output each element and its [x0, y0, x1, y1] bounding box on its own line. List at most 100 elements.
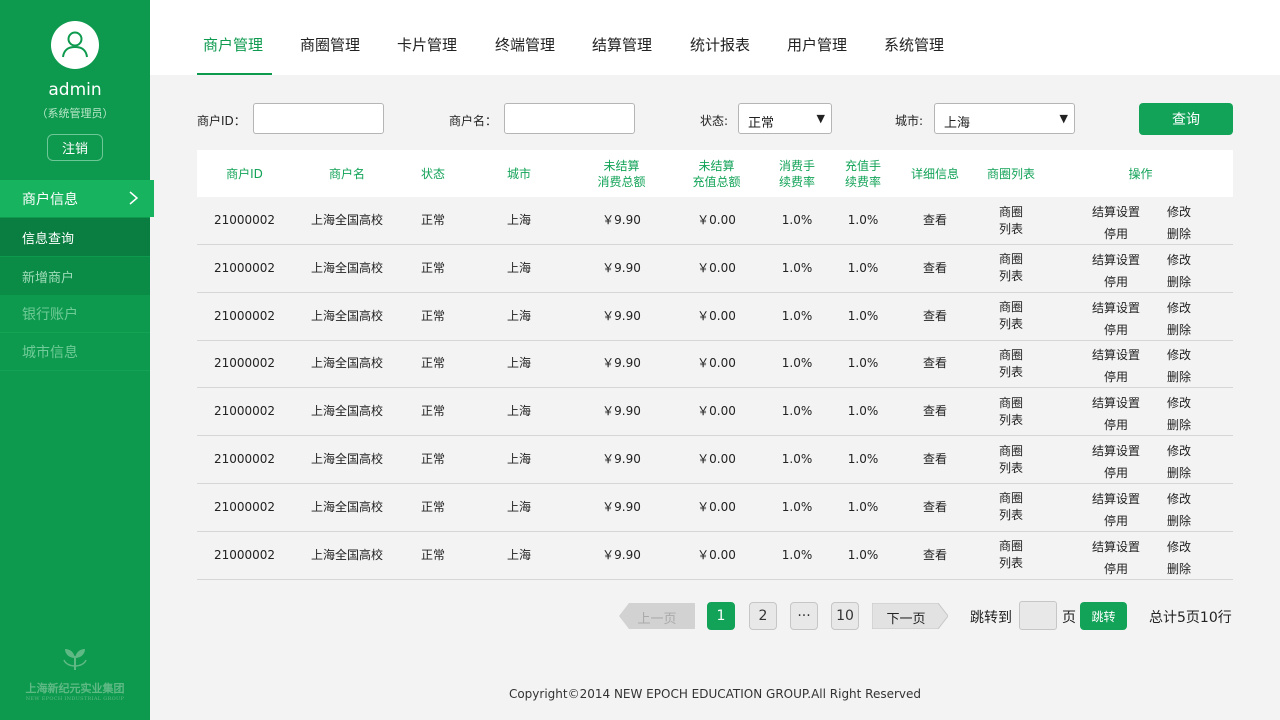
logout-button[interactable]: 注销	[47, 134, 103, 161]
settlement-settings-link[interactable]: 结算设置	[1092, 442, 1140, 459]
jump-page-input[interactable]	[1019, 601, 1057, 630]
circle-list-link[interactable]: 商圈 列表	[974, 245, 1048, 292]
merchant-id-input[interactable]	[253, 103, 384, 134]
tab-user-management[interactable]: 用户管理	[787, 34, 847, 55]
disable-link[interactable]: 停用	[1104, 560, 1128, 577]
circle-list-link[interactable]: 商圈 列表	[974, 436, 1048, 483]
page-ellipsis[interactable]: ···	[790, 602, 818, 630]
view-detail-link[interactable]: 查看	[896, 388, 974, 435]
sidebar-item-city-info[interactable]: 城市信息	[0, 333, 150, 371]
disable-link[interactable]: 停用	[1104, 273, 1128, 290]
delete-link[interactable]: 删除	[1167, 273, 1191, 290]
view-detail-link[interactable]: 查看	[896, 532, 974, 579]
circle-list-link[interactable]: 商圈 列表	[974, 532, 1048, 579]
tab-business-circle[interactable]: 商圈管理	[300, 34, 360, 55]
unsettled-consume-cell: ￥9.90	[602, 260, 641, 275]
circle-list-link[interactable]: 商圈 列表	[974, 340, 1048, 387]
status-cell: 正常	[420, 499, 445, 514]
sidebar-item-add-merchant[interactable]: 新增商户	[0, 257, 150, 295]
table-row: 21000002 上海全国高校 正常 上海 ￥9.90 ￥0.00 1.0% 1.0% 查看 商圈…	[197, 197, 1233, 245]
tab-settlement-management[interactable]: 结算管理	[592, 34, 652, 55]
edit-link[interactable]: 修改	[1167, 203, 1191, 220]
tab-merchant-management[interactable]: 商户管理	[203, 34, 263, 55]
unsettled-consume-cell: ￥9.90	[602, 404, 641, 419]
status-select[interactable]: 正常 ▼	[738, 103, 832, 134]
view-detail-link[interactable]: 查看	[896, 197, 974, 244]
city-select[interactable]: 上海 ▼	[934, 103, 1075, 134]
delete-link[interactable]: 删除	[1167, 464, 1191, 481]
circle-list-link[interactable]: 商圈 列表	[974, 197, 1048, 244]
edit-link[interactable]: 修改	[1167, 346, 1191, 363]
merchant-name-cell: 上海全国高校	[310, 356, 383, 371]
recharge-rate-cell: 1.0%	[847, 404, 879, 419]
circle-list-link[interactable]: 商圈 列表	[974, 293, 1048, 340]
sidebar-section-merchant-info[interactable]: 商户信息	[0, 180, 154, 217]
tab-card-management[interactable]: 卡片管理	[397, 34, 457, 55]
query-button[interactable]: 查询	[1139, 103, 1233, 135]
consume-rate-cell: 1.0%	[781, 499, 813, 514]
page-unit-label: 页	[1062, 610, 1076, 626]
disable-link[interactable]: 停用	[1104, 512, 1128, 529]
merchant-id-cell: 21000002	[213, 356, 276, 371]
user-avatar-icon[interactable]	[51, 21, 99, 69]
unsettled-consume-cell: ￥9.90	[602, 356, 641, 371]
delete-link[interactable]: 删除	[1167, 368, 1191, 385]
disable-link[interactable]: 停用	[1104, 464, 1128, 481]
delete-link[interactable]: 删除	[1167, 321, 1191, 338]
settlement-settings-link[interactable]: 结算设置	[1092, 299, 1140, 316]
settlement-settings-link[interactable]: 结算设置	[1092, 203, 1140, 220]
page-button-2[interactable]: 2	[749, 602, 777, 630]
page-button-1[interactable]: 1	[707, 602, 735, 630]
settlement-settings-link[interactable]: 结算设置	[1092, 251, 1140, 268]
status-cell: 正常	[420, 213, 445, 227]
recharge-rate-cell: 1.0%	[847, 260, 879, 275]
jump-button[interactable]: 跳转	[1080, 602, 1127, 630]
view-detail-link[interactable]: 查看	[896, 436, 974, 483]
tab-terminal-management[interactable]: 终端管理	[495, 34, 555, 55]
edit-link[interactable]: 修改	[1167, 538, 1191, 555]
edit-link[interactable]: 修改	[1167, 394, 1191, 411]
circle-list-link[interactable]: 商圈 列表	[974, 484, 1048, 531]
circle-list-link[interactable]: 商圈 列表	[974, 388, 1048, 435]
chevron-right-icon	[129, 191, 138, 205]
tab-statistics-reports[interactable]: 统计报表	[690, 34, 750, 55]
settlement-settings-link[interactable]: 结算设置	[1092, 538, 1140, 555]
settlement-settings-link[interactable]: 结算设置	[1092, 394, 1140, 411]
disable-link[interactable]: 停用	[1104, 321, 1128, 338]
recharge-rate-cell: 1.0%	[847, 452, 879, 466]
delete-link[interactable]: 删除	[1167, 560, 1191, 577]
merchant-name-input[interactable]	[504, 103, 635, 134]
recharge-rate-cell: 1.0%	[847, 213, 879, 227]
edit-link[interactable]: 修改	[1167, 251, 1191, 268]
th-detail: 详细信息	[910, 166, 959, 181]
next-page-button[interactable]: 下一页	[871, 602, 949, 630]
tab-system-management[interactable]: 系统管理	[884, 34, 944, 55]
disable-link[interactable]: 停用	[1104, 225, 1128, 242]
settlement-settings-link[interactable]: 结算设置	[1092, 490, 1140, 507]
table-row: 21000002 上海全国高校 正常 上海 ￥9.90 ￥0.00 1.0% 1.0% 查看 商圈…	[197, 388, 1233, 437]
view-detail-link[interactable]: 查看	[896, 245, 974, 292]
edit-link[interactable]: 修改	[1167, 299, 1191, 316]
dropdown-arrow-icon: ▼	[1059, 112, 1068, 125]
table-header: 商户ID 商户名 状态 城市 未结算 消费总额 未结算 充值总额 消费手 续费率 充值手 续费…	[197, 150, 1233, 197]
edit-link[interactable]: 修改	[1167, 442, 1191, 459]
delete-link[interactable]: 删除	[1167, 225, 1191, 242]
page-button-10[interactable]: 10	[831, 602, 859, 630]
settlement-settings-link[interactable]: 结算设置	[1092, 346, 1140, 363]
prev-page-label: 上一页	[637, 612, 677, 627]
unsettled-recharge-cell: ￥0.00	[697, 308, 736, 323]
view-detail-link[interactable]: 查看	[896, 340, 974, 387]
edit-link[interactable]: 修改	[1167, 490, 1191, 507]
merchant-id-cell: 21000002	[213, 404, 276, 419]
merchant-name-cell: 上海全国高校	[310, 308, 383, 323]
delete-link[interactable]: 删除	[1167, 512, 1191, 529]
prev-page-button[interactable]: 上一页	[619, 603, 695, 629]
sidebar-item-info-query[interactable]: 信息查询	[0, 218, 150, 256]
view-detail-link[interactable]: 查看	[896, 484, 974, 531]
disable-link[interactable]: 停用	[1104, 416, 1128, 433]
delete-link[interactable]: 删除	[1167, 416, 1191, 433]
status-select-value: 正常	[748, 116, 775, 131]
sidebar-item-bank-account[interactable]: 银行账户	[0, 295, 150, 333]
disable-link[interactable]: 停用	[1104, 368, 1128, 385]
view-detail-link[interactable]: 查看	[896, 293, 974, 340]
